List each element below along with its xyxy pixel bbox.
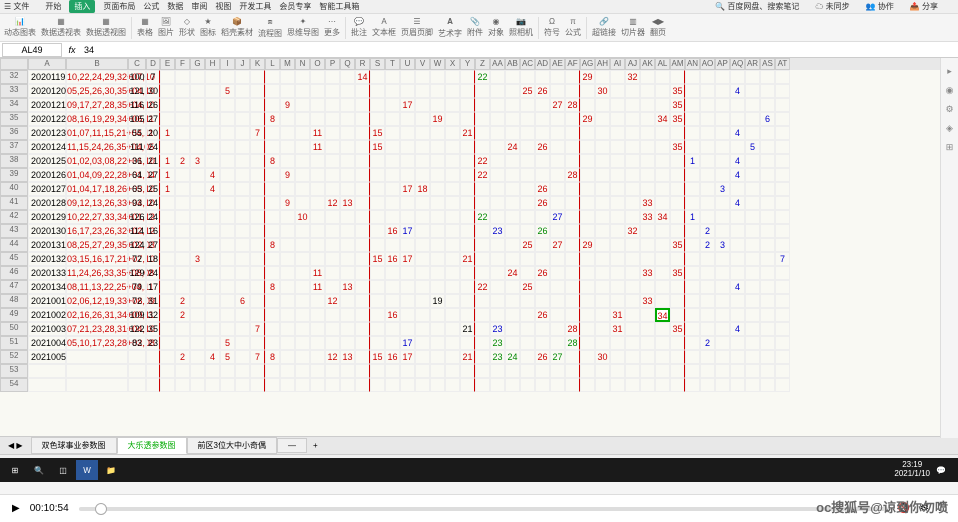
tb-pivot-table[interactable]: ▦数据透视表	[41, 17, 81, 38]
menubar: ☰ 文件 开始 插入 页面布局 公式 数据 审阅 视图 开发工具 会员专享 智能…	[0, 0, 958, 14]
search-input[interactable]: 🔍 百度网盘、搜索笔记	[715, 1, 807, 12]
sp-icon[interactable]: ▸	[947, 66, 952, 77]
play-time: 00:10:54	[30, 503, 69, 514]
tb-symbol[interactable]: Ω符号	[544, 17, 560, 38]
side-panel: ▸ ◉ ⚙ ◈ ⊞	[940, 58, 958, 438]
cloud-status[interactable]: ☁ 未同步	[815, 1, 857, 12]
coop-btn[interactable]: 👥 协作	[866, 1, 902, 12]
sheet-tabs: ◀ ▶ 双色球事业参数图 大乐透参数图 前区3位大中小奇偶 — +	[0, 436, 958, 454]
tb-equation[interactable]: π公式	[565, 17, 581, 38]
tb-header[interactable]: ☰页眉页脚	[401, 17, 433, 38]
tb-mindmap[interactable]: ✦思维导图	[287, 17, 319, 38]
spreadsheet-grid[interactable]: ABCDEFGHIJKLMNOPQRSTUVWXYZAAABACADAEAFAG…	[0, 58, 958, 436]
menu-view[interactable]: 视图	[215, 1, 231, 12]
tb-comment[interactable]: 💬批注	[351, 17, 367, 38]
tb-pivot-chart[interactable]: 📊动态图表	[4, 17, 36, 38]
formula-input[interactable]: 34	[80, 44, 958, 56]
tb-icon[interactable]: ★图标	[200, 17, 216, 38]
tb-attach[interactable]: 📎附件	[467, 17, 483, 38]
sp-icon[interactable]: ◈	[946, 123, 953, 134]
tb-more[interactable]: ⋯更多	[324, 17, 340, 38]
app-wps[interactable]: W	[76, 460, 98, 480]
formula-bar: AL49 fx 34	[0, 42, 958, 58]
search-icon[interactable]: 🔍	[28, 460, 50, 480]
taskbar-clock[interactable]: 23:192021/1/10	[894, 461, 930, 479]
tb-image[interactable]: 🖼图片	[158, 17, 174, 38]
sheet-tab-3[interactable]: 前区3位大中小奇偶	[187, 437, 277, 454]
tb-textbox[interactable]: A文本框	[372, 17, 396, 38]
menu-formula[interactable]: 公式	[143, 1, 159, 12]
tb-camera[interactable]: 📷照相机	[509, 17, 533, 38]
sheet-tab-2[interactable]: 大乐透参数图	[117, 437, 187, 454]
tb-wordart[interactable]: 𝐀艺术字	[438, 17, 462, 39]
sheet-tab-4[interactable]: —	[277, 438, 307, 453]
tb-shape[interactable]: ◇形状	[179, 17, 195, 38]
windows-taskbar: ⊞ 🔍 ◫ W 📁 23:192021/1/10 💬	[0, 458, 958, 482]
progress-thumb[interactable]	[95, 503, 107, 515]
menu-review[interactable]: 审阅	[191, 1, 207, 12]
menu-layout[interactable]: 页面布局	[103, 1, 135, 12]
fx-label[interactable]: fx	[64, 45, 80, 55]
sp-icon[interactable]: ⊞	[946, 142, 954, 153]
notif-icon[interactable]: 💬	[930, 460, 952, 480]
menu-special[interactable]: 会员专享	[279, 1, 311, 12]
tb-flow[interactable]: ⧈流程图	[258, 17, 282, 39]
menu-dev[interactable]: 开发工具	[239, 1, 271, 12]
play-button[interactable]: ▶	[12, 503, 20, 514]
name-box[interactable]: AL49	[2, 43, 62, 57]
sp-icon[interactable]: ⚙	[945, 104, 953, 115]
tb-slicer[interactable]: ▥切片器	[621, 17, 645, 38]
tb-pivot-chart2[interactable]: ▦数据透视图	[86, 17, 126, 38]
tb-slider[interactable]: ◀▶翻页	[650, 17, 666, 38]
start-button[interactable]: ⊞	[4, 460, 26, 480]
tb-object[interactable]: ◉对象	[488, 17, 504, 38]
video-player-bar: ▶ 00:10:54 🔇 ⚙ ⛶	[0, 494, 958, 522]
menu-data[interactable]: 数据	[167, 1, 183, 12]
taskview-icon[interactable]: ◫	[52, 460, 74, 480]
sp-icon[interactable]: ◉	[946, 85, 954, 96]
menu-insert[interactable]: 插入	[69, 0, 95, 13]
watermark: oc搜狐号@谅到你勿喷	[816, 497, 948, 516]
menu-tools[interactable]: 智能工具箱	[319, 1, 359, 12]
add-sheet-btn[interactable]: +	[307, 441, 324, 450]
column-headers: ABCDEFGHIJKLMNOPQRSTUVWXYZAAABACADAEAFAG…	[0, 58, 958, 70]
share-btn[interactable]: 📤 分享	[910, 1, 946, 12]
progress-bar[interactable]	[79, 507, 888, 511]
sheet-tab-1[interactable]: 双色球事业参数图	[31, 437, 117, 454]
menu-start[interactable]: 开始	[45, 1, 61, 12]
tb-table[interactable]: ▦表格	[137, 17, 153, 38]
tb-link[interactable]: 🔗超链接	[592, 17, 616, 38]
menu-file[interactable]: ☰ 文件	[4, 1, 37, 12]
app-folder[interactable]: 📁	[100, 460, 122, 480]
ribbon: 📊动态图表 ▦数据透视表 ▦数据透视图 ▦表格 🖼图片 ◇形状 ★图标 📦稻壳素…	[0, 14, 958, 42]
tb-assets[interactable]: 📦稻壳素材	[221, 17, 253, 38]
